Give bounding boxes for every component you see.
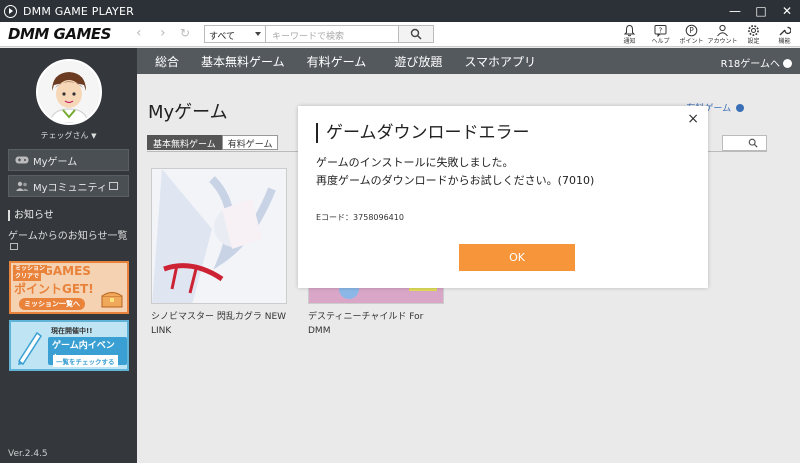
search-input[interactable]: キーワードで検索 <box>266 25 399 43</box>
menu-item-unlimited[interactable]: 遊び放題 <box>394 53 442 70</box>
maximize-button[interactable]: □ <box>748 0 774 22</box>
search-icon <box>410 28 422 40</box>
points-icon: P <box>685 24 698 37</box>
svg-text:?: ? <box>659 27 663 35</box>
search-category-value: すべて <box>209 32 236 42</box>
toolbar-icons: 通知 ? ヘルプ P ポイント アカウント 設定 機能 <box>614 22 800 47</box>
settings-button[interactable]: 設定 <box>738 22 769 47</box>
notice-list-link[interactable]: ゲームからのお知らせ一覧 <box>8 227 137 253</box>
mission-points-banner[interactable]: ミッション クリアで GAMES ポイントGET! ミッション一覧へ <box>9 261 129 314</box>
external-window-icon <box>108 182 118 190</box>
tools-button[interactable]: 機能 <box>769 22 800 47</box>
search-category-select[interactable]: すべて <box>204 25 266 43</box>
error-dialog: × ゲームダウンロードエラー ゲームのインストールに失敗しました。 再度ゲームの… <box>298 106 708 288</box>
help-label: ヘルプ <box>651 38 670 45</box>
account-button[interactable]: アカウント <box>707 22 738 47</box>
search-button[interactable] <box>399 25 434 43</box>
notice-list-link-text: ゲームからのお知らせ一覧 <box>8 231 128 242</box>
banner-mission-main: GAMES <box>43 264 91 278</box>
tab-paid-games[interactable]: 有料ゲーム <box>221 135 279 150</box>
game-title[interactable]: シノビマスター 閃乱カグラ NEW LINK <box>151 310 287 338</box>
treasure-chest-icon <box>101 292 123 308</box>
sidebar-item-label: Myコミュニティ <box>33 182 107 194</box>
back-arrow-icon[interactable]: ‹ <box>136 25 142 41</box>
menu-item-smartphone-apps[interactable]: スマホアプリ <box>464 53 536 70</box>
dialog-message-line1: ゲームのインストールに失敗しました。 <box>316 156 514 169</box>
game-thumbnail-art <box>152 169 286 303</box>
version-label: Ver.2.4.5 <box>8 449 48 459</box>
game-thumbnail[interactable] <box>151 168 287 304</box>
banner-event-line1: 現在開催中!! <box>51 327 93 335</box>
dialog-title: ゲームダウンロードエラー <box>316 123 530 143</box>
chevron-down-icon: ▼ <box>91 132 97 140</box>
dialog-message-line2: 再度ゲームのダウンロードからお試しください。(7010) <box>316 174 595 187</box>
avatar-illustration <box>38 61 100 123</box>
banner-event-sub: 一覧をチェックする <box>53 355 118 367</box>
category-menu: 総合 基本無料ゲーム 有料ゲーム 遊び放題 スマホアプリ R18ゲームへ <box>137 48 800 74</box>
chevron-down-icon <box>255 32 261 36</box>
pencil-icon <box>17 331 43 365</box>
menu-item-paid-games[interactable]: 有料ゲーム <box>307 53 367 70</box>
banner-mission-sub: ミッション一覧へ <box>19 298 85 310</box>
tab-free-games[interactable]: 基本無料ゲーム <box>147 135 222 150</box>
sidebar-item-label: Myゲーム <box>33 156 78 168</box>
wrench-icon <box>779 26 791 36</box>
dialog-close-button[interactable]: × <box>687 111 699 127</box>
user-name[interactable]: テェッグさん ▼ <box>0 130 137 141</box>
user-name-text: テェッグさん <box>40 131 89 140</box>
game-tabs: 基本無料ゲーム 有料ゲーム <box>147 135 279 150</box>
window-title: DMM GAME PLAYER <box>23 4 134 18</box>
notification-button[interactable]: 通知 <box>614 22 645 47</box>
settings-label: 設定 <box>747 38 760 45</box>
sidebar-item-my-community[interactable]: Myコミュニティ <box>8 175 129 197</box>
chevron-right-icon <box>783 59 792 68</box>
external-window-icon <box>10 243 18 250</box>
help-icon: ? <box>654 25 667 37</box>
close-window-button[interactable]: ✕ <box>774 0 800 22</box>
game-title[interactable]: デスティニーチャイルド For DMM <box>308 310 444 338</box>
r18-link-text: R18ゲームへ <box>720 59 780 70</box>
dialog-message: ゲームのインストールに失敗しました。 再度ゲームのダウンロードからお試しください… <box>316 154 594 190</box>
r18-link[interactable]: R18ゲームへ <box>721 55 792 70</box>
app-play-icon <box>4 4 17 18</box>
banner-mission-line1: ミッション <box>13 265 48 273</box>
sidebar-item-my-games[interactable]: Myゲーム <box>8 149 129 171</box>
help-button[interactable]: ? ヘルプ <box>645 22 676 47</box>
account-icon <box>717 24 728 37</box>
game-card[interactable]: シノビマスター 閃乱カグラ NEW LINK <box>151 168 287 338</box>
menu-item-free-games[interactable]: 基本無料ゲーム <box>201 53 285 70</box>
points-label: ポイント <box>679 38 704 45</box>
sidebar: テェッグさん ▼ Myゲーム Myコミュニティ お知らせ ゲームからのお知らせ一… <box>0 48 137 463</box>
forward-arrow-icon[interactable]: › <box>160 25 166 41</box>
dialog-error-code: Eコード：3758096410 <box>316 213 404 222</box>
dmm-games-logo[interactable]: DMM GAMES <box>8 25 111 43</box>
page-title: Myゲーム <box>148 102 228 123</box>
avatar[interactable] <box>36 59 102 125</box>
toolbar: DMM GAMES ‹ › ↻ すべて キーワードで検索 通知 ? ヘルプ P … <box>0 22 800 47</box>
community-icon <box>16 181 29 191</box>
notification-label: 通知 <box>623 38 636 45</box>
title-bar: DMM GAME PLAYER — □ ✕ <box>0 0 800 22</box>
tools-label: 機能 <box>778 38 791 45</box>
svg-text:P: P <box>689 26 694 35</box>
window-controls: — □ ✕ <box>722 0 800 22</box>
gamepad-icon <box>15 156 29 164</box>
chevron-right-icon <box>736 104 744 112</box>
notice-heading: お知らせ <box>8 210 54 221</box>
account-label: アカウント <box>707 38 738 45</box>
reload-icon[interactable]: ↻ <box>180 26 190 40</box>
points-button[interactable]: P ポイント <box>676 22 707 47</box>
minimize-button[interactable]: — <box>722 0 748 22</box>
banner-mission-main2: ポイントGET! <box>14 282 94 296</box>
bell-icon <box>623 24 636 37</box>
search-icon <box>748 138 758 148</box>
ok-button[interactable]: OK <box>459 244 575 271</box>
menu-item-general[interactable]: 総合 <box>155 53 179 70</box>
in-game-event-banner[interactable]: 現在開催中!! ゲーム内イベント 一覧をチェックする <box>9 320 129 371</box>
game-filter-search-button[interactable] <box>722 135 767 151</box>
gear-icon <box>748 25 759 36</box>
